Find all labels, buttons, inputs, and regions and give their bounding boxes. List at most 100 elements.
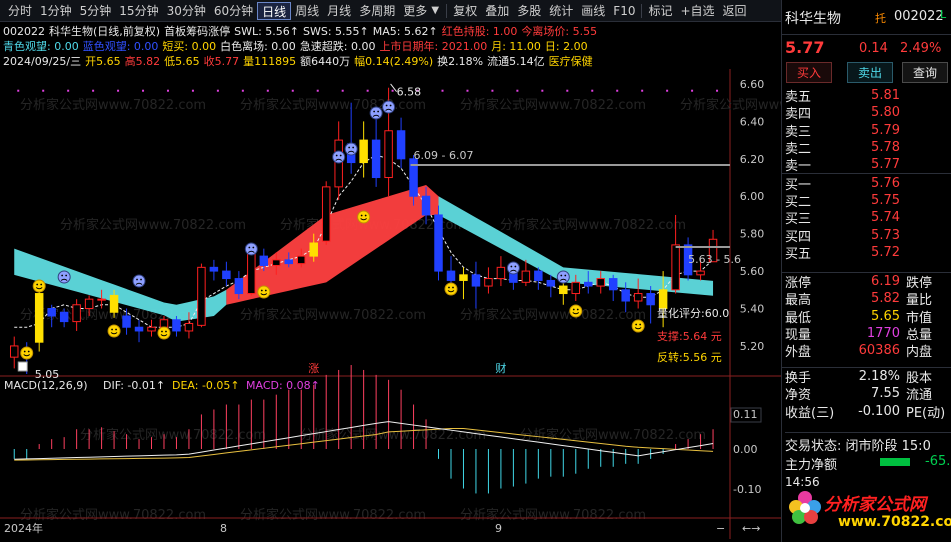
toolbar-item-0[interactable]: 分时 [4,2,36,20]
period-toolbar: 分时 1分钟 5分钟 15分钟 30分钟 60分钟 日线 周线 月线 多周期 更多 ▼ 复权 叠加 多股 统计… [0,0,781,22]
bid-row-value: 5.73 [871,227,900,243]
net-flow-value: -65. [925,454,951,469]
candle-body [633,293,643,302]
bid-row-value: 5.72 [871,244,900,260]
toolbar-item-7[interactable]: 周线 [291,2,323,20]
query-button[interactable]: 查询 [902,62,948,83]
stat-row: 外盘 60386 内盘 [782,342,951,360]
smiley-icon-eye [572,308,575,311]
macd-dea: DEA: -0.05↑ [172,379,240,392]
smiley-icon [444,282,458,296]
toolbar-item-17[interactable]: 标记 [644,2,676,20]
candle-body [471,274,481,287]
buy-button[interactable]: 买入 [786,62,832,83]
ask-row-label: 卖二 [785,142,812,158]
smiley-icon-eye [260,289,263,292]
line3-field-0: 2024/09/25/三 [3,55,82,68]
candle-body [172,319,181,332]
line1-field-1: 科华生物(日线,前复权) [49,25,161,38]
support-label: 支撑:5.64 元 [657,329,722,343]
bid-row: 买一 5.76 [782,174,951,193]
ask-row-value: 5.80 [871,105,900,121]
ask-row-value: 5.81 [871,88,900,104]
bid-row-label: 买二 [785,194,812,210]
toolbar-item-9[interactable]: 多周期 [355,2,399,20]
net-flow-bar [880,458,910,466]
signal-dot [366,89,369,92]
stat-row-value: 5.65 [871,308,900,324]
corner-mark: L [940,8,947,21]
smiley-icon-eye [452,286,454,289]
line1-field-3: SWL: 5.56↑ [234,24,299,38]
quote-stats-2: 换手 2.18% 股本 净资 7.55 流通 收益(三) -0.100 PE(动) [782,367,951,421]
toolbar-divider [446,3,448,18]
signal-dot [666,89,669,92]
frown-icon-eye [352,146,355,149]
toolbar-item-1[interactable]: 1分钟 [36,2,76,20]
signal-dot [391,89,394,92]
smiley-icon [357,210,371,224]
frown-icon-eye [248,246,251,249]
kline-chart[interactable]: 6.60 6.40 6.20 6.00 5.80 5.60 5.40 5.20 分析家公式网ww… [0,69,781,542]
stat-row-value: 60386 [858,343,900,359]
toolbar-item-14[interactable]: 统计 [545,2,577,20]
chevron-down-icon[interactable]: ▼ [429,5,441,17]
mark-fin-label: 财 [495,361,506,375]
frown-icon-eye [61,274,64,277]
time-tick: 9 [495,522,502,535]
bid-row: 买四 5.73 [782,226,951,245]
line2-field-1: 蓝色观望: 0.00 [82,40,159,53]
stat2-row-label: 换手 [785,371,812,387]
candle-body [97,298,106,301]
toolbar-item-18[interactable]: +自选 [676,2,718,20]
toolbar-item-4[interactable]: 30分钟 [163,2,210,20]
stat-row-label2: 市值 [906,310,933,326]
smiley-icon-eye [364,214,367,217]
app-window: 分时 1分钟 5分钟 15分钟 30分钟 60分钟 日线 周线 月线 多周期 更多 ▼ 复权 叠加 多股 统计… [0,0,951,542]
ask-row: 卖三 5.79 [782,122,951,140]
watermark-text: 分析家公式网www.70822.com [520,427,706,443]
toolbar-item-5[interactable]: 60分钟 [210,2,257,20]
frown-icon-eye [136,278,138,281]
candle-body [421,195,431,216]
watermark-text: 分析家公式网www.70822.com [20,97,206,113]
toolbar-item-11[interactable]: 复权 [449,2,481,20]
frown-icon [369,106,383,120]
candle-body [297,255,306,265]
macd-title: MACD(12,26,9) [4,379,88,392]
candle-body [359,139,368,164]
candle-body [259,255,269,266]
toolbar-item-8[interactable]: 月线 [323,2,355,20]
candle-body [47,308,56,317]
range-label: 6.09 - 6.07 [414,149,474,162]
price-tick: 6.00 [740,190,765,203]
line3-field-1: 开5.65 [85,55,121,68]
smiley-icon-eye [639,323,642,326]
smiley-icon [32,279,46,293]
watermark-text: 分析家公式网www.70822.com [240,307,426,323]
stat2-row-value: -0.100 [858,403,900,419]
candle-body [371,139,381,179]
toolbar-item-19[interactable]: 返回 [719,2,751,20]
toolbar-item-10[interactable]: 更多 [399,2,431,20]
line3-field-3: 低5.65 [164,55,200,68]
signal-dot [566,89,569,92]
toolbar-item-16[interactable]: F10 [609,2,639,20]
signal-dot [17,89,20,92]
toolbar-item-3[interactable]: 15分钟 [115,2,162,20]
candle-body [321,186,331,242]
frown-icon-eye [560,274,563,277]
sell-button[interactable]: 卖出 [847,62,893,83]
toolbar-item-15[interactable]: 画线 [577,2,609,20]
toolbar-item-12[interactable]: 叠加 [481,2,513,20]
stat-row-label: 现量 [785,328,812,344]
smiley-icon [157,326,171,340]
candle-body [209,266,219,272]
toolbar-item-2[interactable]: 5分钟 [76,2,116,20]
toolbar-item-13[interactable]: 多股 [513,2,545,20]
toolbar-item-6[interactable]: 日线 [257,1,292,20]
line1-field-7: 今离场价: 5.55 [521,25,598,38]
signal-dot [616,89,619,92]
bid-row: 买三 5.74 [782,209,951,227]
smiley-icon-eye [111,328,113,331]
